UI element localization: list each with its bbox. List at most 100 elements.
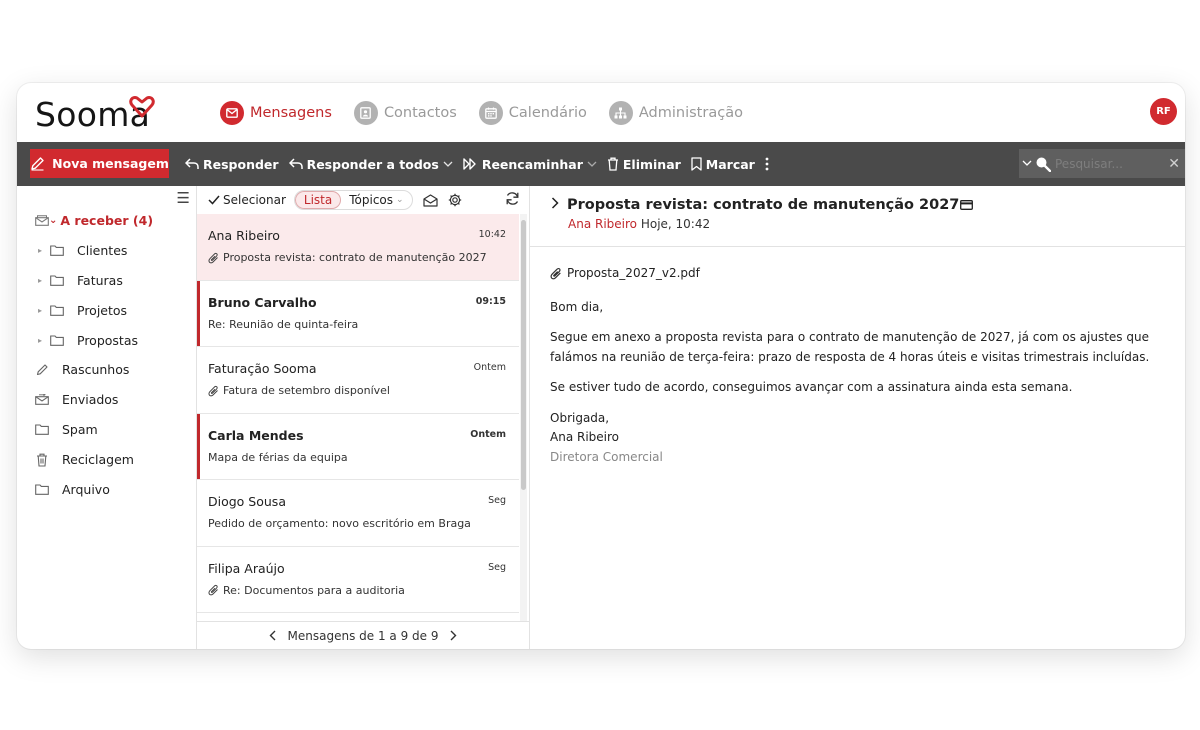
message-subject: Pedido de orçamento: novo escritório em …: [208, 517, 471, 530]
select-label: Selecionar: [223, 193, 286, 207]
message-closing: Obrigada,: [550, 410, 610, 425]
folder-rascunhos[interactable]: Rascunhos: [35, 362, 129, 377]
folder-reciclagem[interactable]: Reciclagem: [35, 452, 134, 467]
chevron-down-icon: [1022, 160, 1032, 166]
view-list-tab[interactable]: Lista: [294, 191, 342, 209]
message-row[interactable]: Faturação Sooma Ontem Fatura de setembro…: [197, 347, 519, 414]
folder-icon: [50, 305, 64, 316]
contacts-icon: [353, 101, 378, 125]
message-row[interactable]: Filipa Araújo Seg Re: Documentos para a …: [197, 547, 519, 613]
calendar-icon: [478, 101, 503, 125]
message-header: Proposta revista: contrato de manutenção…: [530, 186, 1185, 247]
message-row[interactable]: Bruno Carvalho 09:15 Re: Reunião de quin…: [197, 280, 519, 347]
pencil-icon: [31, 157, 44, 171]
next-page-button[interactable]: [450, 630, 457, 641]
select-button[interactable]: Selecionar: [208, 193, 286, 207]
folder-arquivo[interactable]: Arquivo: [35, 482, 110, 497]
tree-branch-icon: ▸: [38, 336, 43, 345]
signature-title: Diretora Comercial: [550, 449, 663, 464]
folder-faturas[interactable]: ▸ Faturas: [38, 273, 123, 288]
message-sender: Filipa Araújo: [208, 560, 285, 576]
main-nav: Mensagens Contactos Calendário Administr…: [220, 99, 765, 127]
reply-icon: [185, 158, 199, 169]
nav-administracao[interactable]: Administração: [608, 99, 743, 127]
user-avatar[interactable]: RF: [1150, 98, 1177, 125]
action-toolbar: Nova mensagem Responder Responder a todo…: [17, 142, 1185, 186]
inbox-label: A receber: [60, 213, 129, 228]
toolbar-actions: Responder Responder a todos Reencaminhar…: [185, 142, 779, 186]
scrollbar-thumb[interactable]: [521, 220, 526, 490]
delete-button[interactable]: Eliminar: [607, 157, 681, 172]
message-body: Proposta_2027_v2.pdf Bom dia, Segue em a…: [550, 264, 1160, 467]
menu-icon[interactable]: ☰: [177, 189, 190, 207]
chevron-down-icon[interactable]: ⌄: [49, 215, 57, 226]
paperclip-icon: [208, 385, 218, 396]
message-subject-line: Re: Documentos para a auditoria: [208, 584, 405, 597]
folder-sidebar: ☰ ⌄ A receber (4) ▸ Clientes ▸ Faturas ▸…: [17, 186, 197, 649]
sent-icon: [35, 394, 49, 405]
inbox-count: (4): [132, 213, 154, 228]
message-rows: Ana Ribeiro 10:42 Proposta revista: cont…: [197, 214, 519, 621]
open-envelope-icon: [422, 193, 438, 207]
message-row[interactable]: Diogo Sousa Seg Pedido de orçamento: nov…: [197, 480, 519, 547]
forward-button[interactable]: Reencaminhar: [463, 157, 597, 172]
mark-read-button[interactable]: [422, 193, 438, 207]
gear-icon: [448, 193, 461, 207]
list-settings-button[interactable]: [448, 193, 462, 207]
search-scope-dropdown[interactable]: [1019, 160, 1035, 167]
message-paragraph: Se estiver tudo de acordo, conseguimos a…: [550, 380, 1073, 394]
folder-label: Enviados: [62, 392, 119, 407]
reply-all-label: Responder a todos: [306, 156, 439, 172]
nav-mensagens-label: Mensagens: [250, 105, 332, 121]
pagination: Mensagens de 1 a 9 de 9: [197, 621, 529, 649]
mark-button[interactable]: Marcar: [691, 157, 755, 172]
message-time: Ontem: [473, 362, 506, 373]
tree-branch-icon: ▸: [38, 276, 43, 285]
attachment-link[interactable]: Proposta_2027_v2.pdf: [550, 264, 1160, 284]
envelope-icon: [220, 101, 244, 125]
reply-button[interactable]: Responder: [185, 157, 279, 172]
view-toggle: Lista Tópicos ⌄: [293, 190, 413, 210]
folder-projetos[interactable]: ▸ Projetos: [38, 303, 127, 318]
reply-all-button[interactable]: Responder a todos: [288, 156, 453, 172]
folder-label: Arquivo: [62, 482, 110, 497]
forward-icon: [463, 158, 476, 170]
folder-enviados[interactable]: Enviados: [35, 392, 118, 407]
more-options-button[interactable]: [765, 157, 769, 171]
message-sender: Carla Mendes: [208, 427, 304, 443]
chevron-right-icon: [450, 630, 457, 641]
new-message-button[interactable]: Nova mensagem: [30, 149, 169, 178]
previous-page-button[interactable]: [269, 630, 276, 641]
forward-label: Reencaminhar: [481, 156, 583, 172]
message-subject: Mapa de férias da equipa: [208, 450, 348, 464]
message-row[interactable]: Carla Mendes Ontem Mapa de férias da equ…: [197, 413, 519, 480]
search-box: ✕: [1019, 149, 1185, 178]
nav-contactos[interactable]: Contactos: [353, 99, 457, 127]
message-from[interactable]: Ana Ribeiro: [568, 217, 637, 231]
folder-label: Spam: [62, 422, 98, 437]
app-logo[interactable]: Sooma: [35, 95, 155, 134]
expand-header-button[interactable]: [551, 197, 559, 213]
nav-calendario[interactable]: Calendário: [478, 99, 587, 127]
refresh-button[interactable]: [505, 191, 520, 209]
search-input[interactable]: [1055, 156, 1155, 171]
view-topics-tab[interactable]: Tópicos ⌄: [341, 191, 411, 209]
message-list-pane: Selecionar Lista Tópicos ⌄ Ana Ribeiro 10…: [197, 186, 530, 649]
folder-spam[interactable]: Spam: [35, 422, 98, 437]
card-icon: [960, 200, 974, 210]
nav-mensagens[interactable]: Mensagens: [220, 99, 332, 127]
message-row[interactable]: Ana Ribeiro 10:42 Proposta revista: cont…: [197, 214, 519, 281]
folder-propostas[interactable]: ▸ Propostas: [38, 333, 138, 348]
trash-icon: [35, 453, 49, 467]
clear-search-icon[interactable]: ✕: [1168, 156, 1180, 172]
message-date: Hoje, 10:42: [640, 217, 711, 231]
folder-label: Rascunhos: [62, 362, 130, 377]
folder-clientes[interactable]: ▸ Clientes: [38, 243, 127, 258]
message-time: 09:15: [475, 295, 506, 307]
folder-icon: [50, 245, 64, 256]
message-subject-line: Pedido de orçamento: novo escritório em …: [208, 517, 471, 530]
heart-logo-icon: [129, 96, 155, 118]
nav-administracao-label: Administração: [638, 105, 743, 121]
nav-calendario-label: Calendário: [508, 105, 587, 121]
folder-inbox[interactable]: ⌄ A receber (4): [35, 213, 153, 228]
